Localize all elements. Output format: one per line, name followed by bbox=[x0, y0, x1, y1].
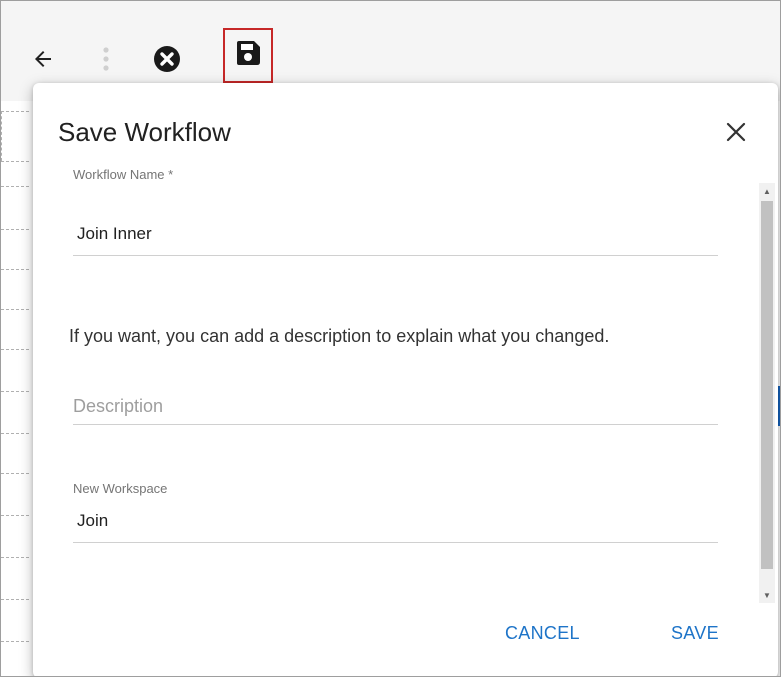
discard-button[interactable] bbox=[147, 43, 187, 79]
close-icon bbox=[725, 121, 747, 148]
dialog-title: Save Workflow bbox=[58, 117, 231, 147]
workspace-input[interactable]: Join bbox=[77, 511, 108, 531]
canvas-grid-line bbox=[1, 111, 2, 161]
description-underline bbox=[73, 424, 718, 425]
save-workflow-dialog: Save Workflow Workflow Name * Join Inner… bbox=[33, 83, 778, 676]
canvas-grid-line bbox=[1, 111, 29, 112]
description-input[interactable]: Description bbox=[73, 396, 163, 417]
canvas-grid-line bbox=[1, 557, 29, 558]
back-button[interactable] bbox=[25, 43, 61, 79]
canvas-grid-line bbox=[1, 269, 29, 270]
floppy-disk-icon bbox=[235, 40, 261, 71]
canvas-grid-line bbox=[1, 473, 29, 474]
cancel-button[interactable]: CANCEL bbox=[505, 623, 580, 644]
scroll-down-icon[interactable]: ▼ bbox=[759, 587, 775, 603]
canvas-grid-line bbox=[1, 186, 29, 187]
canvas-grid-line bbox=[1, 349, 29, 350]
dialog-scrollbar[interactable]: ▲ ▼ bbox=[759, 183, 775, 603]
arrow-left-icon bbox=[31, 47, 55, 76]
app-window: Save Workflow Workflow Name * Join Inner… bbox=[0, 0, 781, 677]
save-toolbar-button[interactable] bbox=[223, 28, 273, 83]
canvas-grid-line bbox=[1, 229, 29, 230]
more-options-button[interactable] bbox=[91, 43, 121, 79]
workspace-underline bbox=[73, 542, 718, 543]
scroll-up-icon[interactable]: ▲ bbox=[759, 183, 775, 199]
scroll-thumb[interactable] bbox=[761, 201, 773, 569]
vertical-dots-icon bbox=[102, 46, 110, 77]
description-hint: If you want, you can add a description t… bbox=[69, 326, 610, 346]
workflow-name-label: Workflow Name * bbox=[73, 167, 174, 182]
canvas-grid-line bbox=[1, 391, 29, 392]
canvas-grid-line bbox=[1, 309, 29, 310]
close-circle-icon bbox=[153, 45, 181, 78]
canvas-grid-line bbox=[1, 515, 29, 516]
workspace-label: New Workspace bbox=[73, 481, 168, 496]
canvas-grid-line bbox=[1, 161, 29, 162]
workflow-name-input[interactable]: Join Inner bbox=[77, 224, 152, 244]
canvas-grid-line bbox=[1, 599, 29, 600]
save-button[interactable]: SAVE bbox=[671, 623, 719, 644]
workflow-name-underline bbox=[73, 255, 718, 256]
dialog-close-button[interactable] bbox=[721, 119, 751, 149]
canvas-grid-line bbox=[1, 433, 29, 434]
canvas-grid-line bbox=[1, 641, 29, 642]
